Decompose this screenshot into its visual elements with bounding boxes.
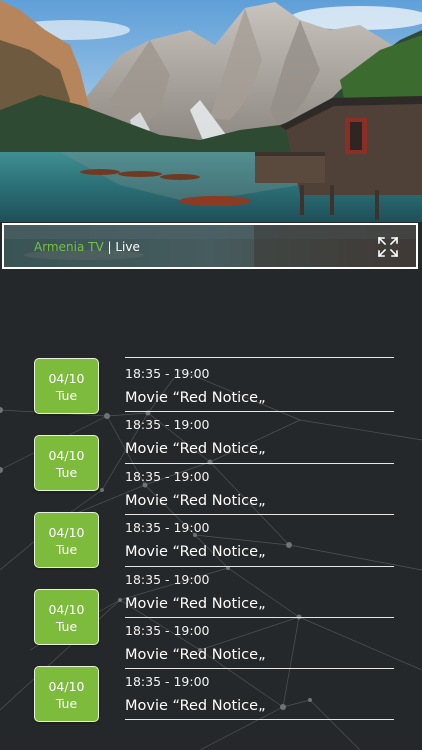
program-divider: [125, 566, 394, 567]
program-title: Movie “Red Notice„: [125, 596, 266, 612]
program-divider: [125, 617, 394, 618]
program-divider: [125, 357, 394, 358]
badge-date: 04/10: [48, 525, 85, 540]
program-divider: [125, 514, 394, 515]
program-item[interactable]: 18:35 - 19:00 Movie “Red Notice„: [125, 366, 394, 407]
program-title: Movie “Red Notice„: [125, 544, 266, 560]
program-divider: [125, 411, 394, 412]
badge-date: 04/10: [48, 679, 85, 694]
date-badge[interactable]: 04/10 Tue: [34, 512, 99, 568]
program-title: Movie “Red Notice„: [125, 390, 266, 406]
badge-day: Tue: [55, 388, 78, 403]
date-badge[interactable]: 04/10 Tue: [34, 435, 99, 491]
program-item[interactable]: 18:35 - 19:00 Movie “Red Notice„: [125, 623, 394, 664]
program-item[interactable]: 18:35 - 19:00 Movie “Red Notice„: [125, 520, 394, 561]
program-time: 18:35 - 19:00: [125, 572, 210, 587]
program-time: 18:35 - 19:00: [125, 366, 210, 381]
program-divider: [125, 463, 394, 464]
program-item[interactable]: 18:35 - 19:00 Movie “Red Notice„: [125, 674, 394, 715]
program-title: Movie “Red Notice„: [125, 698, 266, 714]
program-time: 18:35 - 19:00: [125, 469, 210, 484]
badge-date: 04/10: [48, 448, 85, 463]
program-item[interactable]: 18:35 - 19:00 Movie “Red Notice„: [125, 469, 394, 510]
date-badge[interactable]: 04/10 Tue: [34, 666, 99, 722]
program-time: 18:35 - 19:00: [125, 623, 210, 638]
badge-date: 04/10: [48, 602, 85, 617]
program-divider: [125, 719, 394, 720]
program-item[interactable]: 18:35 - 19:00 Movie “Red Notice„: [125, 572, 394, 613]
program-divider: [125, 668, 394, 669]
program-title: Movie “Red Notice„: [125, 493, 266, 509]
program-time: 18:35 - 19:00: [125, 674, 210, 689]
badge-date: 04/10: [48, 371, 85, 386]
program-time: 18:35 - 19:00: [125, 417, 210, 432]
date-badge[interactable]: 04/10 Tue: [34, 358, 99, 414]
program-title: Movie “Red Notice„: [125, 647, 266, 663]
badge-day: Tue: [55, 465, 78, 480]
program-schedule: 04/10 Tue 04/10 Tue 04/10 Tue 04/10 Tue …: [0, 0, 422, 750]
program-title: Movie “Red Notice„: [125, 441, 266, 457]
badge-day: Tue: [55, 696, 78, 711]
program-time: 18:35 - 19:00: [125, 520, 210, 535]
badge-day: Tue: [55, 542, 78, 557]
program-item[interactable]: 18:35 - 19:00 Movie “Red Notice„: [125, 417, 394, 458]
badge-day: Tue: [55, 619, 78, 634]
date-badge[interactable]: 04/10 Tue: [34, 589, 99, 645]
